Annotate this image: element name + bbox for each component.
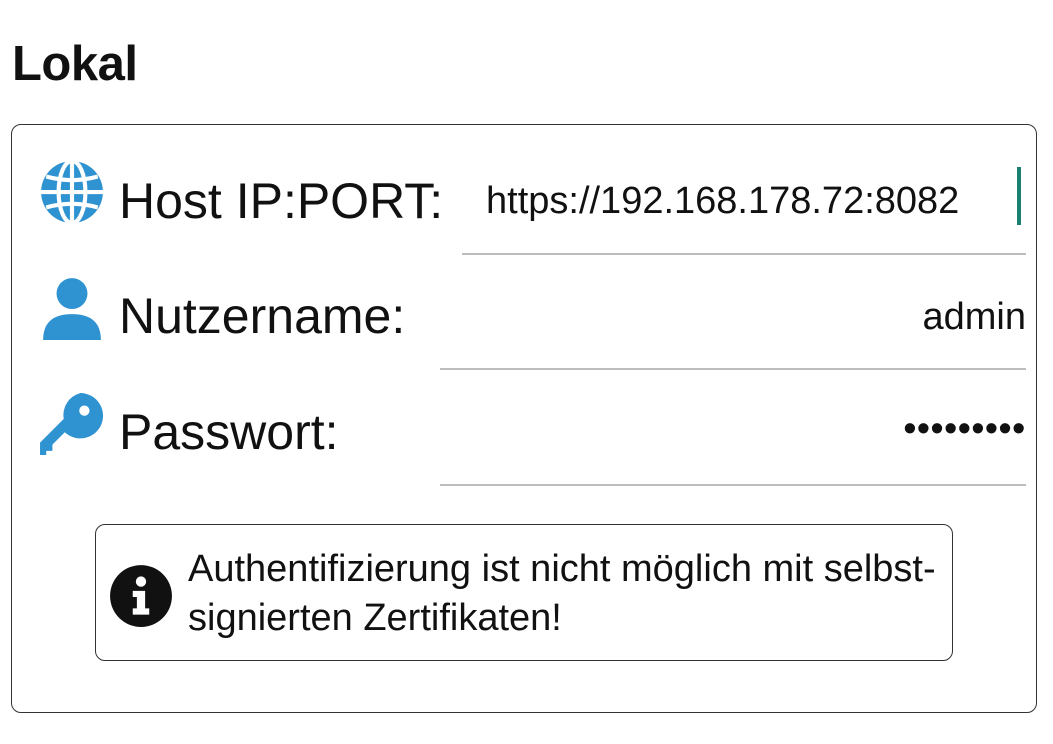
host-value: https://192.168.178.72:8082 [486,180,960,222]
info-text: Authentifizierung ist nicht möglich mit … [188,548,936,639]
username-label: Nutzername: [119,288,406,344]
password-input[interactable]: ••••••••• [440,395,1026,486]
username-value: admin [922,296,1027,338]
host-label: Host IP:PORT: [119,173,444,229]
key-icon [40,393,104,455]
text-cursor [1017,167,1021,225]
username-input[interactable]: admin [440,280,1026,370]
info-notice: Authentifizierung ist nicht möglich mit … [95,524,953,661]
globe-icon [41,159,103,225]
user-icon [43,278,101,340]
section-title: Lokal [12,37,138,91]
info-icon [110,565,172,627]
password-value: ••••••••• [903,407,1026,448]
password-label: Passwort: [119,404,339,460]
host-input[interactable]: https://192.168.178.72:8082 [462,165,1026,255]
